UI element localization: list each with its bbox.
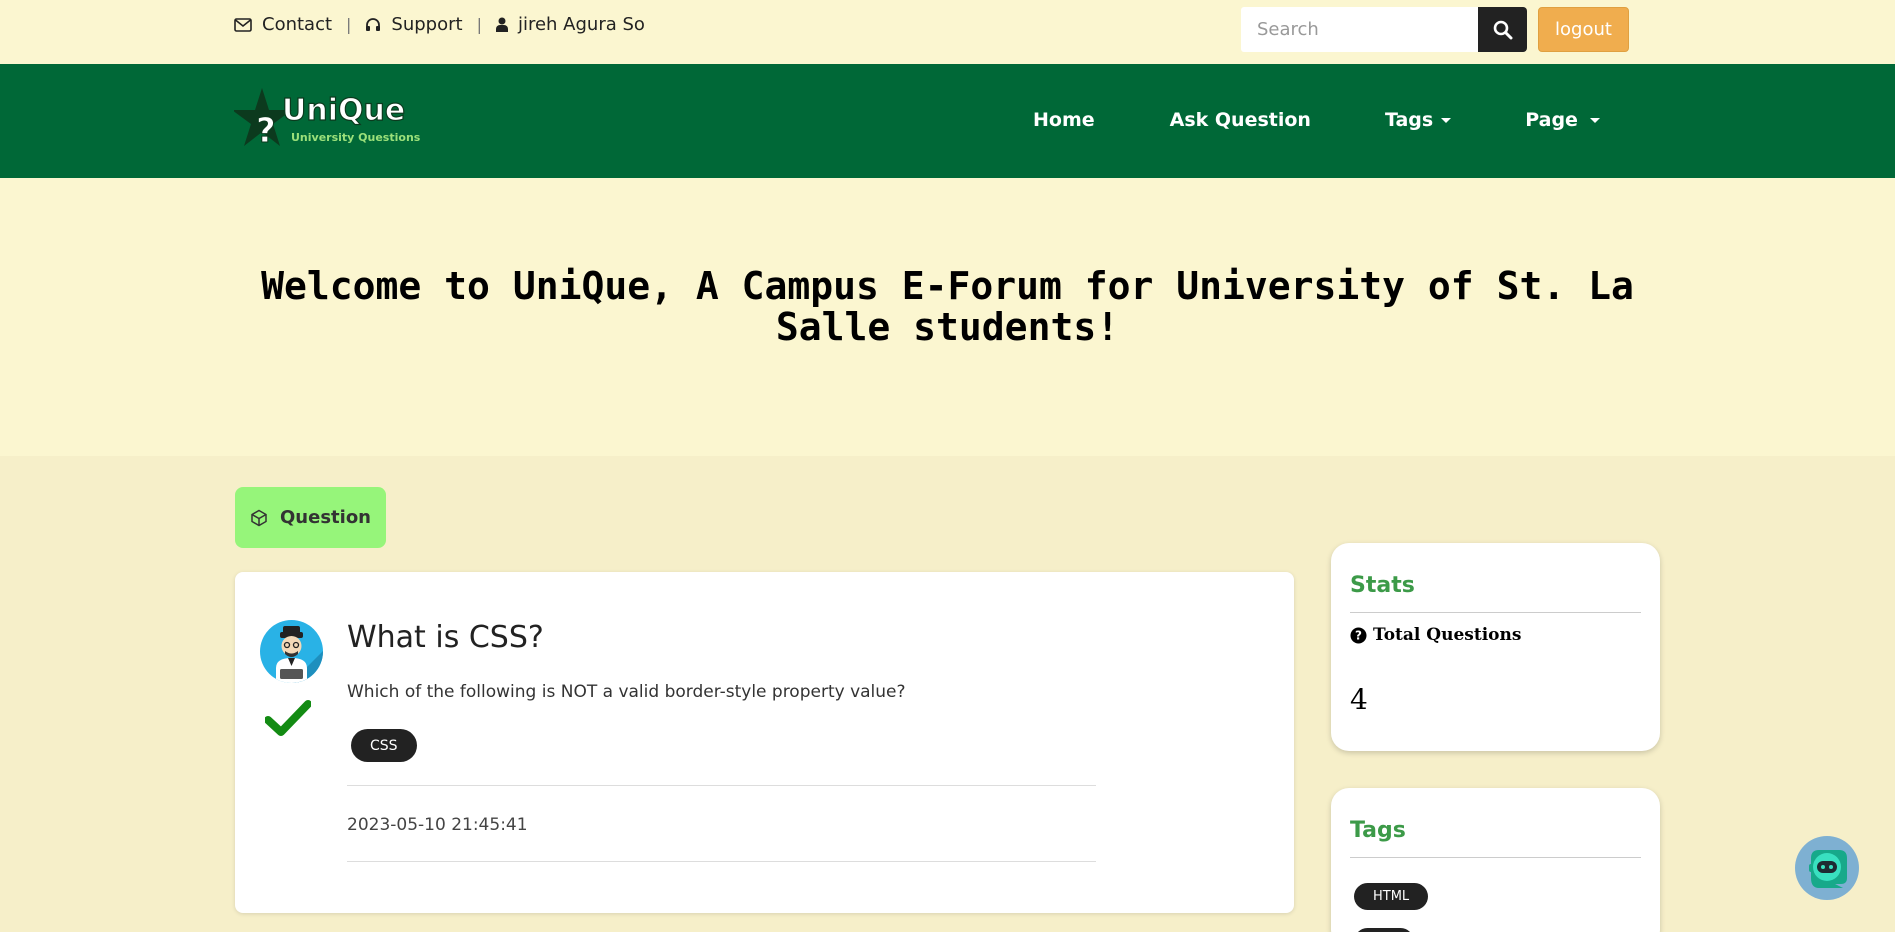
envelope-icon — [234, 17, 252, 32]
question-card: What is CSS? Which of the following is N… — [235, 572, 1294, 913]
support-link[interactable]: Support — [365, 14, 463, 35]
contact-label: Contact — [262, 14, 333, 35]
chatbot-button[interactable] — [1795, 836, 1859, 900]
robot-icon — [1805, 848, 1849, 888]
main-navbar: ? UniQue University Questions Home Ask Q… — [0, 64, 1895, 178]
brand-tagline: University Questions — [291, 131, 421, 144]
separator: | — [476, 15, 482, 34]
top-links: Contact | Support | jireh Agura So — [234, 14, 645, 35]
tag-html[interactable]: HTML — [1354, 883, 1429, 910]
tags-title: Tags — [1350, 818, 1406, 843]
search-input[interactable] — [1241, 7, 1478, 52]
cube-icon — [250, 509, 268, 527]
question-tab[interactable]: Question — [235, 487, 386, 548]
nav-home[interactable]: Home — [1033, 109, 1095, 131]
divider — [1350, 857, 1641, 858]
search-button[interactable] — [1478, 7, 1527, 52]
nav-page-label: Page — [1525, 109, 1578, 131]
total-questions-value: 4 — [1350, 683, 1368, 716]
logout-button[interactable]: logout — [1538, 7, 1629, 52]
svg-text:?: ? — [1355, 628, 1362, 642]
svg-text:?: ? — [256, 111, 276, 151]
user-link[interactable]: jireh Agura So — [495, 14, 645, 35]
nav-tags-dropdown[interactable]: Tags — [1384, 109, 1452, 131]
caret-down-icon — [1589, 117, 1600, 123]
search-form — [1241, 7, 1527, 52]
stats-title: Stats — [1350, 573, 1415, 598]
user-name: jireh Agura So — [517, 14, 645, 35]
question-tab-label: Question — [280, 507, 371, 528]
search-icon — [1493, 20, 1513, 40]
nav-home-label: Home — [1033, 109, 1095, 131]
nav-ask-question-label: Ask Question — [1169, 109, 1311, 131]
support-label: Support — [391, 14, 463, 35]
caret-down-icon — [1441, 117, 1452, 123]
nav-ask-question[interactable]: Ask Question — [1170, 109, 1311, 131]
nav-tags-label: Tags — [1384, 109, 1434, 131]
divider — [1350, 612, 1641, 613]
question-title[interactable]: What is CSS? — [347, 620, 544, 655]
brand-name: UniQue — [282, 93, 405, 128]
separator: | — [346, 15, 352, 34]
question-circle-icon: ? — [1350, 627, 1367, 644]
tag-pill[interactable] — [1354, 928, 1414, 932]
divider — [347, 785, 1096, 786]
stats-card: Stats ? Total Questions 4 — [1331, 543, 1660, 751]
top-bar: Contact | Support | jireh Agura So logou… — [0, 0, 1895, 64]
total-questions-label: Total Questions — [1373, 625, 1522, 645]
headphones-icon — [365, 17, 381, 32]
hero-title: Welcome to UniQue, A Campus E-Forum for … — [261, 264, 1634, 349]
avatar[interactable] — [260, 620, 323, 683]
user-icon — [495, 17, 508, 32]
tags-card: Tags HTML — [1331, 788, 1660, 932]
nav-menu: Home Ask Question Tags Page — [1033, 109, 1600, 131]
hero-section: Welcome to UniQue, A Campus E-Forum for … — [0, 178, 1895, 456]
question-body: Which of the following is NOT a valid bo… — [347, 682, 906, 702]
brand-logo[interactable]: ? UniQue University Questions — [232, 86, 424, 156]
question-date: 2023-05-10 21:45:41 — [347, 815, 528, 835]
nav-page-dropdown[interactable]: Page — [1525, 109, 1600, 131]
divider — [347, 861, 1096, 862]
contact-link[interactable]: Contact — [234, 14, 332, 35]
accepted-check-icon — [264, 700, 312, 740]
question-tag[interactable]: CSS — [351, 729, 417, 762]
stats-label: ? Total Questions — [1350, 625, 1521, 645]
